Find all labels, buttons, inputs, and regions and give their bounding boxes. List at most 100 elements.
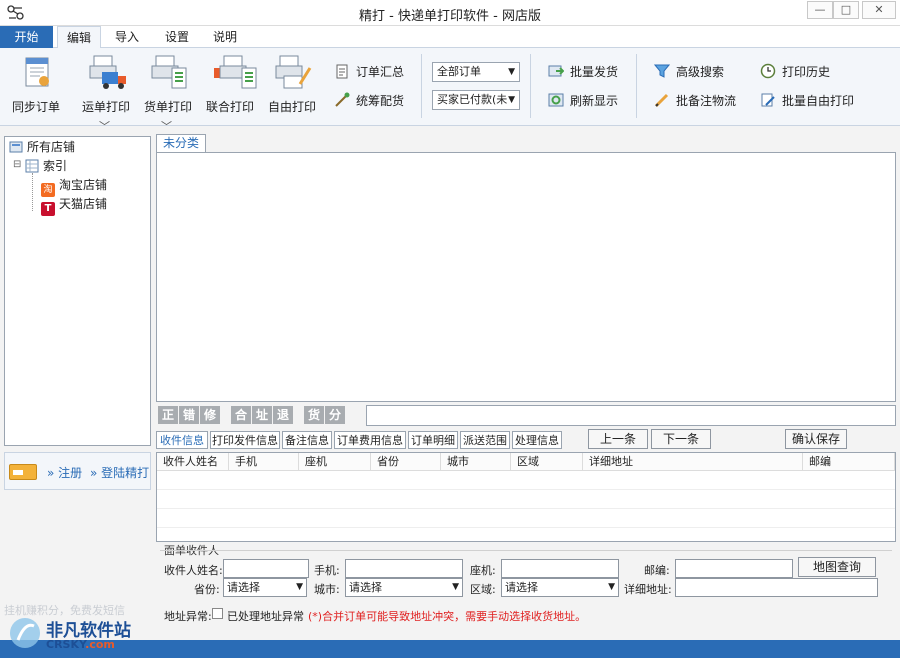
payment-status-select[interactable]: 买家已付款(未 ▼ bbox=[432, 90, 520, 110]
grid-icon bbox=[25, 159, 39, 173]
refresh-button[interactable]: 刷新显示 bbox=[548, 92, 618, 110]
tab-help[interactable]: 说明 bbox=[205, 26, 245, 48]
tab-start[interactable]: 开始 bbox=[0, 26, 53, 48]
order-filter-select[interactable]: 全部订单 ▼ bbox=[432, 62, 520, 82]
city-label: 城市: bbox=[314, 583, 340, 596]
column-header[interactable]: 详细地址 bbox=[583, 453, 803, 471]
column-header[interactable]: 邮编 bbox=[803, 453, 895, 471]
tab-order-detail[interactable]: 订单明细 bbox=[408, 431, 458, 449]
batch-free-print-button[interactable]: 批量自由打印 bbox=[760, 92, 854, 110]
packing-chevron-icon[interactable]: ﹀ bbox=[161, 118, 172, 134]
combined-print-button[interactable]: 联合打印 bbox=[204, 54, 257, 115]
ribbon: 同步订单 运单打印 货单打印 联合打印 自由打印 ﹀ ﹀ 订单汇总 统筹配货 全… bbox=[0, 48, 900, 133]
maximize-button[interactable]: □ bbox=[833, 1, 859, 19]
tab-uncategorized[interactable]: 未分类 bbox=[156, 134, 207, 152]
map-query-button[interactable]: 地图查询 bbox=[798, 557, 876, 577]
tab-process-info[interactable]: 处理信息 bbox=[512, 431, 562, 449]
area-select[interactable]: 请选择 ▼ bbox=[501, 578, 619, 597]
login-bar: » 注册 » 登陆精打 bbox=[4, 452, 151, 490]
column-header[interactable]: 区域 bbox=[511, 453, 583, 471]
prev-record-button[interactable]: 上一条 bbox=[588, 429, 648, 449]
next-record-button[interactable]: 下一条 bbox=[651, 429, 711, 449]
order-list-area[interactable] bbox=[156, 152, 896, 402]
zip-input[interactable] bbox=[675, 559, 793, 578]
mark-error-button[interactable]: 错 bbox=[179, 406, 199, 424]
ribbon-separator bbox=[530, 54, 531, 118]
province-label: 省份: bbox=[194, 583, 220, 596]
allocate-goods-button[interactable]: 统筹配货 bbox=[334, 92, 404, 110]
tree-shop-taobao[interactable]: 淘淘宝店铺 bbox=[41, 176, 107, 197]
tmall-icon: T bbox=[41, 202, 55, 216]
tab-sender-print-info[interactable]: 打印发件信息 bbox=[210, 431, 280, 449]
mark-normal-button[interactable]: 正 bbox=[158, 406, 178, 424]
phone-input[interactable] bbox=[501, 559, 619, 578]
free-print-icon bbox=[274, 54, 312, 90]
recipient-name-input[interactable] bbox=[223, 559, 309, 578]
register-link[interactable]: » 注册 bbox=[47, 464, 82, 481]
close-button[interactable]: ✕ bbox=[862, 1, 896, 19]
ship-arrow-icon bbox=[548, 63, 565, 79]
column-header[interactable]: 省份 bbox=[371, 453, 441, 471]
column-header[interactable]: 座机 bbox=[299, 453, 371, 471]
waybill-print-button[interactable]: 运单打印 bbox=[80, 54, 132, 115]
table-row[interactable] bbox=[157, 491, 895, 509]
order-summary-button[interactable]: 订单汇总 bbox=[334, 63, 404, 81]
address-label: 详细地址: bbox=[624, 583, 672, 596]
table-row[interactable] bbox=[157, 472, 895, 490]
area-label: 区域: bbox=[470, 583, 496, 596]
free-print-button[interactable]: 自由打印 bbox=[266, 54, 318, 115]
tree-root-all-shops[interactable]: 所有店铺 bbox=[9, 138, 75, 156]
city-select[interactable]: 请选择 ▼ bbox=[345, 578, 463, 597]
dropdown-arrow-icon: ▼ bbox=[296, 582, 303, 592]
mobile-input[interactable] bbox=[345, 559, 463, 578]
mark-address-button[interactable]: 址 bbox=[252, 406, 272, 424]
watermark-domain: CRSKY.com bbox=[46, 638, 115, 651]
sync-orders-button[interactable]: 同步订单 bbox=[10, 54, 62, 115]
member-card-icon bbox=[9, 464, 37, 480]
mark-refund-button[interactable]: 退 bbox=[273, 406, 293, 424]
waybill-chevron-icon[interactable]: ﹀ bbox=[99, 118, 110, 134]
filter-funnel-icon bbox=[653, 63, 671, 79]
tab-edit[interactable]: 编辑 bbox=[57, 26, 101, 49]
province-select[interactable]: 请选择 ▼ bbox=[223, 578, 307, 597]
mark-fix-button[interactable]: 修 bbox=[200, 406, 220, 424]
combined-print-icon bbox=[212, 54, 257, 90]
dropdown-arrow-icon: ▼ bbox=[508, 67, 515, 77]
mark-goods-button[interactable]: 货 bbox=[304, 406, 324, 424]
address-input[interactable] bbox=[675, 578, 878, 597]
print-history-button[interactable]: 打印历史 bbox=[760, 63, 830, 81]
batch-ship-button[interactable]: 批量发货 bbox=[548, 63, 618, 81]
ribbon-tab-bar: 开始 编辑 导入 设置 说明 bbox=[0, 26, 900, 49]
tab-recipient-info[interactable]: 收件信息 bbox=[156, 431, 208, 449]
table-row[interactable] bbox=[157, 510, 895, 528]
mark-note-input[interactable] bbox=[366, 405, 896, 426]
phone-label: 座机: bbox=[470, 564, 496, 577]
addr-handled-checkbox[interactable] bbox=[212, 608, 223, 619]
tab-delivery-range[interactable]: 派送范围 bbox=[460, 431, 510, 449]
category-tabs: 未分类 bbox=[156, 134, 207, 152]
column-header[interactable]: 收件人姓名 bbox=[157, 453, 229, 471]
login-link[interactable]: » 登陆精打 bbox=[90, 464, 149, 481]
column-header[interactable]: 手机 bbox=[229, 453, 299, 471]
advanced-search-button[interactable]: 高级搜索 bbox=[653, 63, 724, 81]
minimize-button[interactable]: — bbox=[807, 1, 833, 19]
title-bar: 精打 - 快递单打印软件 - 网店版 — □ ✕ bbox=[0, 0, 900, 26]
tree-shop-tmall[interactable]: T 天猫店铺 bbox=[41, 195, 107, 216]
sync-orders-icon bbox=[18, 54, 54, 90]
tab-import[interactable]: 导入 bbox=[107, 26, 147, 48]
tree-collapse-icon[interactable]: ⊟ bbox=[13, 159, 21, 170]
tab-remark-info[interactable]: 备注信息 bbox=[282, 431, 332, 449]
tab-settings[interactable]: 设置 bbox=[157, 26, 197, 48]
truck-printer-icon bbox=[88, 54, 126, 90]
ribbon-separator bbox=[421, 54, 422, 118]
batch-note-logistics-button[interactable]: 批备注物流 bbox=[654, 92, 736, 110]
packing-print-button[interactable]: 货单打印 bbox=[142, 54, 194, 115]
mark-buttons: 正错修合址退货分 bbox=[158, 406, 346, 426]
mark-split-button[interactable]: 分 bbox=[325, 406, 345, 424]
tab-order-fee-info[interactable]: 订单费用信息 bbox=[334, 431, 406, 449]
zip-label: 邮编: bbox=[644, 564, 670, 577]
recipient-grid: 收件人姓名 手机 座机 省份 城市 区域 详细地址 邮编 bbox=[156, 452, 896, 542]
mark-merge-button[interactable]: 合 bbox=[231, 406, 251, 424]
confirm-save-button[interactable]: 确认保存 bbox=[785, 429, 847, 449]
column-header[interactable]: 城市 bbox=[441, 453, 511, 471]
